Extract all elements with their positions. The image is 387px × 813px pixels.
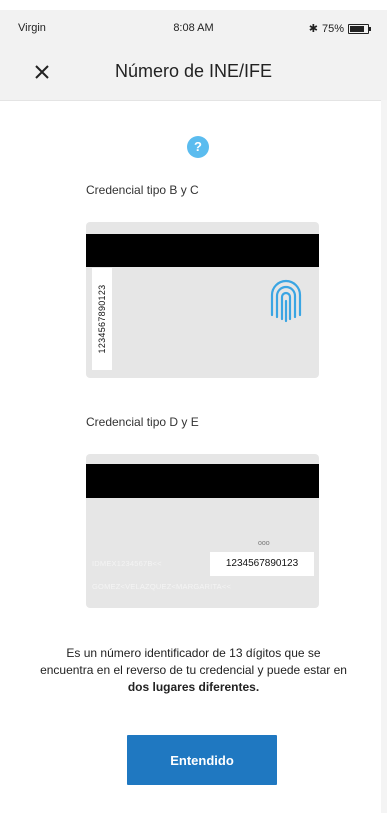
status-bar: Virgin 8:08 AM ✱ 75% xyxy=(0,10,387,44)
mrz-line-2: GOMEZ<VELAZQUEZ<MARGARITA<< xyxy=(92,582,232,591)
battery-percent: 75% xyxy=(321,22,344,35)
bluetooth-icon: ✱ xyxy=(308,23,318,35)
page-title: Número de INE/IFE xyxy=(114,61,273,81)
fingerprint-icon xyxy=(270,279,302,323)
card-de-illustration: ooo IDMEX1234567B<< 1234567890123 GOMEZ<… xyxy=(86,454,319,608)
card-de-label: Credencial tipo D y E xyxy=(86,415,199,429)
description: Es un número identificador de 13 dígitos… xyxy=(40,645,347,696)
id-number-box: 1234567890123 xyxy=(92,268,112,370)
description-emphasis: dos lugares diferentes. xyxy=(127,680,260,694)
magnetic-band xyxy=(86,464,319,498)
scroll-edge xyxy=(381,100,387,813)
entendido-button[interactable]: Entendido xyxy=(127,735,277,785)
id-number: 1234567890123 xyxy=(97,284,107,354)
help-icon[interactable]: ? xyxy=(187,136,209,158)
card-bc-illustration: 1234567890123 xyxy=(86,222,319,378)
battery-status: ✱ 75% xyxy=(308,22,371,35)
magnetic-band xyxy=(86,234,319,267)
mrz-line-1: IDMEX1234567B<< xyxy=(92,559,162,568)
battery-icon xyxy=(348,23,371,34)
card-mark: ooo xyxy=(258,540,270,547)
screen: Virgin 8:08 AM ✱ 75% Número de INE/IFE ?… xyxy=(0,0,387,813)
id-number: 1234567890123 xyxy=(210,552,314,576)
description-text: Es un número identificador de 13 dígitos… xyxy=(40,646,347,677)
header: Número de INE/IFE xyxy=(0,44,387,101)
card-bc-label: Credencial tipo B y C xyxy=(86,183,199,197)
